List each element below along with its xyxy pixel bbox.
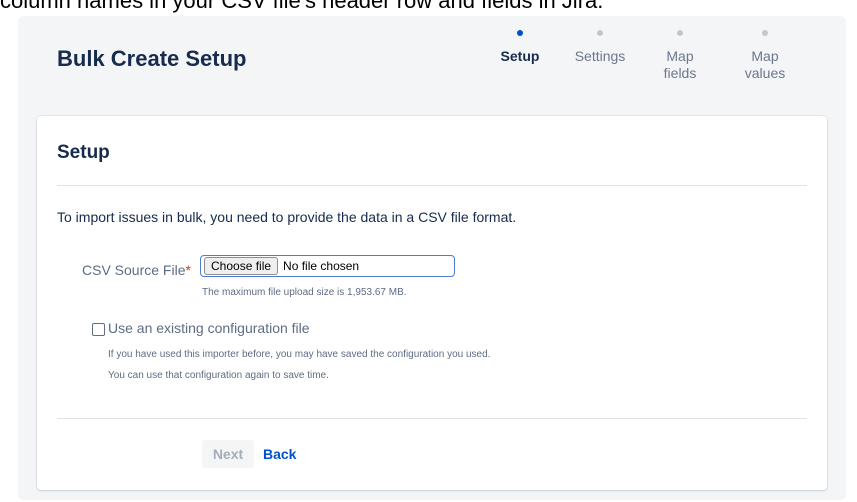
csv-file-input[interactable]: Choose file No file chosen [200, 255, 455, 277]
csv-source-label-text: CSV Source File [82, 262, 186, 278]
divider [57, 185, 807, 186]
config-help-line-1: If you have used this importer before, y… [108, 349, 491, 360]
setup-card [37, 116, 827, 490]
background-instruction-text: column names in your CSV file's header r… [0, 0, 604, 13]
step-label: Map values [744, 48, 786, 81]
next-button[interactable]: Next [202, 440, 254, 468]
config-help-line-2: You can use that configuration again to … [108, 370, 329, 381]
page-title: Bulk Create Setup [57, 46, 247, 71]
back-link[interactable]: Back [263, 446, 296, 462]
section-title: Setup [57, 142, 110, 163]
progress-tracker: Setup Settings Map fields Map values [480, 24, 820, 94]
choose-file-button[interactable]: Choose file [204, 257, 279, 275]
file-status: No file chosen [283, 259, 360, 273]
file-size-help: The maximum file upload size is 1,953.67… [202, 287, 407, 298]
step-dot-icon [517, 30, 523, 36]
step-label: Settings [574, 48, 626, 64]
step-map-fields[interactable]: Map fields [640, 24, 720, 82]
required-marker: * [185, 262, 191, 278]
step-dot-icon [677, 30, 683, 36]
step-label: Setup [500, 48, 540, 64]
existing-config-label[interactable]: Use an existing configuration file [108, 320, 310, 336]
step-setup[interactable]: Setup [480, 24, 560, 65]
step-label: Map fields [663, 48, 697, 81]
step-dot-icon [762, 30, 768, 36]
step-settings[interactable]: Settings [560, 24, 640, 65]
divider [57, 418, 807, 419]
existing-config-checkbox[interactable] [92, 323, 105, 336]
csv-source-label: CSV Source File* [82, 262, 191, 278]
intro-text: To import issues in bulk, you need to pr… [57, 209, 517, 225]
step-dot-icon [597, 30, 603, 36]
step-map-values[interactable]: Map values [725, 24, 805, 82]
